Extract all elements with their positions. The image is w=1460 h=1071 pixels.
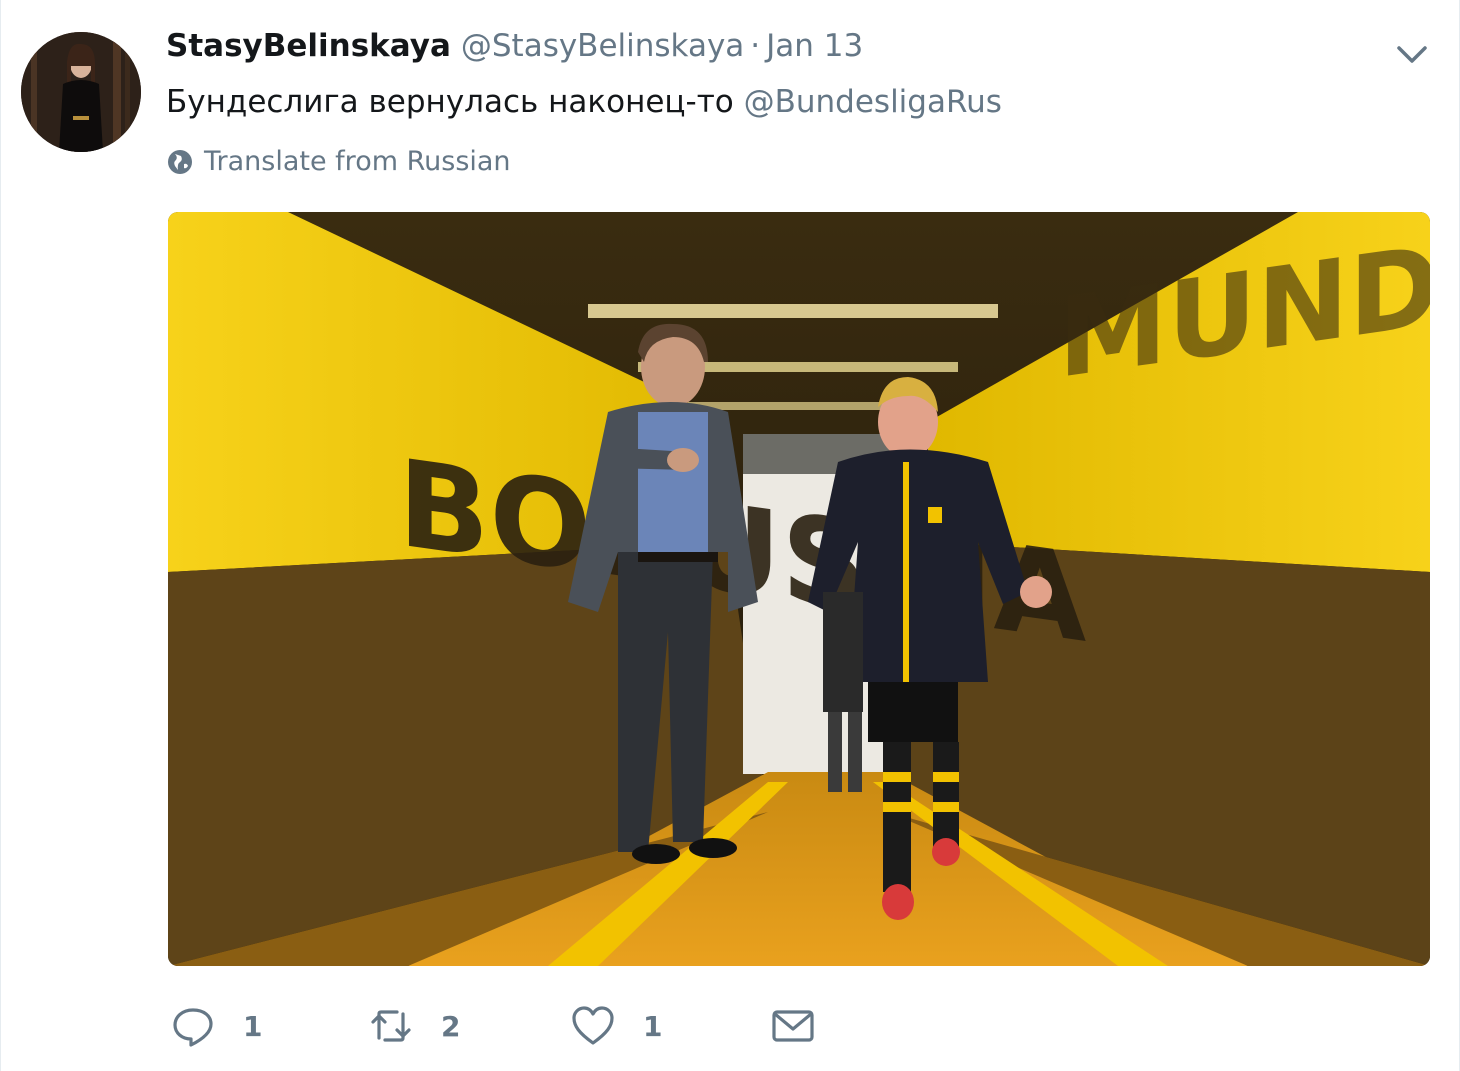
tunnel-photo: BORUSSIA MUND bbox=[168, 212, 1430, 966]
heart-icon bbox=[572, 1006, 614, 1045]
envelope-icon bbox=[772, 1010, 814, 1042]
avatar[interactable] bbox=[21, 32, 141, 152]
tweet-timestamp[interactable]: Jan 13 bbox=[766, 28, 863, 64]
retweet-count: 2 bbox=[441, 1009, 461, 1043]
reply-count: 1 bbox=[243, 1009, 263, 1043]
tweet-actions: 1 2 1 bbox=[171, 998, 871, 1058]
mention-link[interactable]: @BundesligaRus bbox=[744, 84, 1002, 120]
user-handle[interactable]: @StasyBelinskaya bbox=[461, 28, 744, 64]
globe-icon bbox=[168, 149, 192, 174]
tweet-card[interactable]: StasyBelinskaya @StasyBelinskaya · Jan 1… bbox=[0, 0, 1460, 1071]
tweet-text: Бундеслига вернулась наконец-то @Bundesl… bbox=[166, 80, 1002, 124]
reply-icon bbox=[173, 1008, 213, 1047]
tweet-header: StasyBelinskaya @StasyBelinskaya · Jan 1… bbox=[166, 28, 863, 76]
like-button[interactable]: 1 bbox=[571, 998, 662, 1054]
avatar-image bbox=[21, 32, 141, 152]
like-count: 1 bbox=[643, 1009, 663, 1043]
retweet-icon bbox=[371, 1010, 411, 1042]
tweet-body: Бундеслига вернулась наконец-то bbox=[166, 84, 744, 120]
reply-button[interactable]: 1 bbox=[171, 998, 262, 1054]
separator-dot: · bbox=[750, 28, 761, 64]
chevron-down-icon[interactable] bbox=[1395, 40, 1429, 68]
translate-label: Translate from Russian bbox=[204, 146, 511, 177]
tweet-media-photo[interactable]: BORUSSIA MUND bbox=[168, 212, 1430, 966]
direct-message-button[interactable] bbox=[771, 998, 815, 1054]
retweet-button[interactable]: 2 bbox=[369, 998, 460, 1054]
display-name[interactable]: StasyBelinskaya bbox=[166, 28, 451, 64]
translate-link[interactable]: Translate from Russian bbox=[166, 146, 511, 177]
